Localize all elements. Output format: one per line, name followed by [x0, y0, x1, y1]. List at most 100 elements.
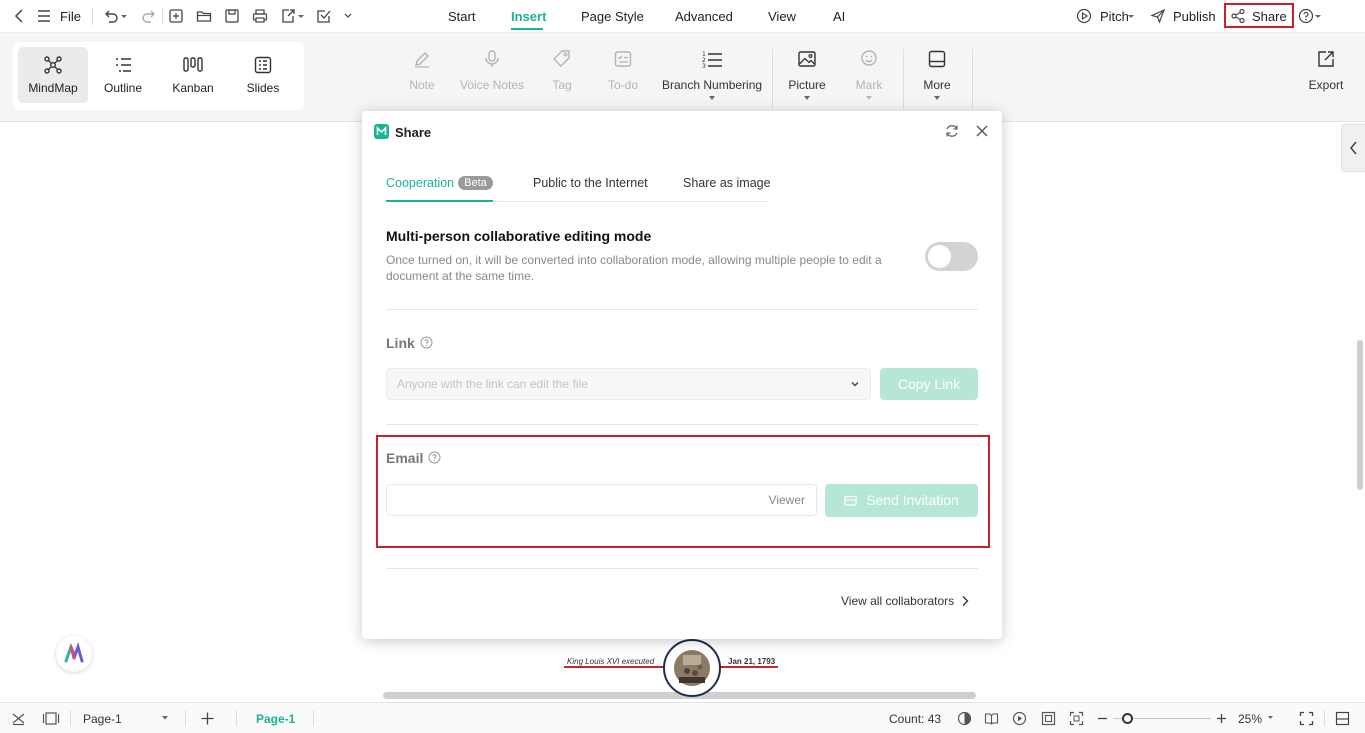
vertical-scrollbar[interactable]: [1357, 340, 1363, 490]
timeline-date-text[interactable]: Jan 21, 1793: [728, 657, 775, 666]
more-button[interactable]: More: [919, 49, 955, 100]
zoom-level-select[interactable]: 25%: [1237, 703, 1277, 733]
link-label: Link: [386, 335, 415, 351]
share-button[interactable]: Share: [1224, 3, 1294, 28]
fullscreen-icon[interactable]: [1299, 711, 1314, 726]
redo-icon[interactable]: [141, 8, 157, 24]
print-icon[interactable]: [252, 8, 268, 24]
tab-start[interactable]: Start: [448, 9, 475, 24]
collapse-panel-icon[interactable]: [1335, 711, 1350, 726]
divider: [185, 710, 186, 726]
fullscreen-fit-icon[interactable]: [1069, 711, 1084, 726]
page-panel-icon[interactable]: [42, 711, 60, 726]
link-help-icon[interactable]: [420, 336, 433, 349]
edrawmind-logo-icon: [64, 642, 84, 663]
timeline-image-node[interactable]: [663, 639, 721, 697]
add-page-icon[interactable]: [200, 711, 215, 726]
tag-button[interactable]: Tag: [548, 49, 576, 92]
file-menu[interactable]: File: [60, 9, 81, 24]
export-label: Export: [1308, 78, 1344, 92]
outline-icon: [116, 58, 131, 72]
mark-label: Mark: [855, 78, 883, 92]
share-icon: [1230, 8, 1246, 24]
collab-mode-title: Multi-person collaborative editing mode: [386, 228, 652, 244]
collab-mode-toggle[interactable]: [925, 242, 978, 271]
share-dialog: Share Cooperation Beta Public to the Inte…: [362, 111, 1002, 639]
zoom-dropdown-icon: [1268, 716, 1273, 719]
hamburger-menu-icon[interactable]: [36, 8, 52, 24]
checklist-icon[interactable]: [316, 8, 332, 24]
pitch-button[interactable]: Pitch: [1076, 0, 1136, 33]
save-icon[interactable]: [224, 8, 240, 24]
ribbon-toolbar: MindMap Outline Kanban Slides Note Voice…: [0, 33, 1365, 122]
tab-advanced[interactable]: Advanced: [675, 9, 733, 24]
share-app-icon: [374, 124, 389, 139]
view-mindmap-button[interactable]: MindMap: [18, 47, 88, 103]
undo-dropdown-icon[interactable]: [120, 8, 128, 24]
more-label: More: [923, 78, 951, 92]
tab-cooperation[interactable]: Cooperation Beta: [386, 176, 493, 190]
more-chevron-down-icon[interactable]: [343, 8, 353, 24]
play-slideshow-icon[interactable]: [1012, 711, 1027, 726]
view-all-collaborators-link[interactable]: View all collaborators: [841, 594, 970, 608]
historical-painting-image: [672, 648, 712, 688]
tab-ai[interactable]: AI: [833, 9, 845, 24]
tab-page-style[interactable]: Page Style: [581, 9, 644, 24]
export-icon: [1318, 51, 1334, 67]
view-slides-button[interactable]: Slides: [228, 47, 298, 103]
tab-share-as-image[interactable]: Share as image: [683, 176, 771, 190]
kanban-icon: [183, 57, 203, 72]
side-panel-toggle[interactable]: [1341, 124, 1365, 172]
close-icon[interactable]: [974, 123, 990, 139]
refresh-icon[interactable]: [944, 123, 960, 139]
tab-public-internet[interactable]: Public to the Internet: [533, 176, 648, 190]
view-kanban-button[interactable]: Kanban: [158, 47, 228, 103]
chevron-right-icon: [962, 596, 969, 606]
beta-badge: Beta: [458, 176, 493, 190]
export-button[interactable]: Export: [1305, 49, 1347, 92]
page-select-value: Page-1: [83, 712, 122, 726]
publish-button[interactable]: Publish: [1150, 0, 1216, 33]
back-icon[interactable]: [12, 8, 28, 24]
mark-dropdown-icon: [866, 96, 872, 100]
voice-notes-button[interactable]: Voice Notes: [460, 49, 524, 92]
more-panel-icon: [928, 50, 946, 68]
zoom-slider-thumb[interactable]: [1122, 713, 1133, 724]
export-file-icon[interactable]: [280, 8, 296, 24]
note-button[interactable]: Note: [405, 49, 439, 92]
zoom-in-icon[interactable]: [1214, 711, 1229, 726]
section-divider: [386, 568, 978, 569]
branch-numbering-button[interactable]: 123 Branch Numbering: [662, 49, 762, 100]
page-tab-active[interactable]: Page-1: [256, 712, 295, 726]
divider: [92, 8, 93, 25]
voice-notes-label: Voice Notes: [460, 78, 525, 92]
active-tab-indicator: [386, 200, 493, 202]
help-icon[interactable]: [1298, 8, 1314, 24]
timeline-event-text[interactable]: King Louis XVI executed: [567, 657, 654, 666]
page-select[interactable]: Page-1: [77, 703, 177, 733]
todo-label: To-do: [607, 78, 639, 92]
link-permission-select[interactable]: Anyone with the link can edit the file: [386, 368, 871, 400]
zoom-out-icon[interactable]: [1095, 711, 1110, 726]
book-icon[interactable]: [984, 711, 999, 726]
divider: [70, 710, 71, 726]
mark-button[interactable]: Mark: [853, 49, 885, 100]
timeline-connector-right: [720, 666, 778, 668]
theme-icon[interactable]: [957, 711, 972, 726]
copy-link-button[interactable]: Copy Link: [880, 368, 978, 400]
tab-view[interactable]: View: [768, 9, 796, 24]
fit-tree-icon[interactable]: [11, 711, 26, 726]
export-dropdown-icon[interactable]: [297, 8, 305, 24]
undo-icon[interactable]: [103, 8, 119, 24]
app-logo-button[interactable]: [56, 636, 92, 672]
tab-insert[interactable]: Insert: [511, 9, 546, 24]
zoom-slider[interactable]: [1113, 703, 1211, 733]
help-dropdown-icon[interactable]: [1314, 8, 1322, 24]
fit-page-icon[interactable]: [1041, 711, 1056, 726]
picture-button[interactable]: Picture: [787, 49, 827, 100]
page-select-dropdown-icon: [162, 716, 168, 720]
view-outline-button[interactable]: Outline: [88, 47, 158, 103]
todo-button[interactable]: To-do: [605, 49, 641, 92]
new-file-icon[interactable]: [168, 8, 184, 24]
open-folder-icon[interactable]: [196, 8, 212, 24]
